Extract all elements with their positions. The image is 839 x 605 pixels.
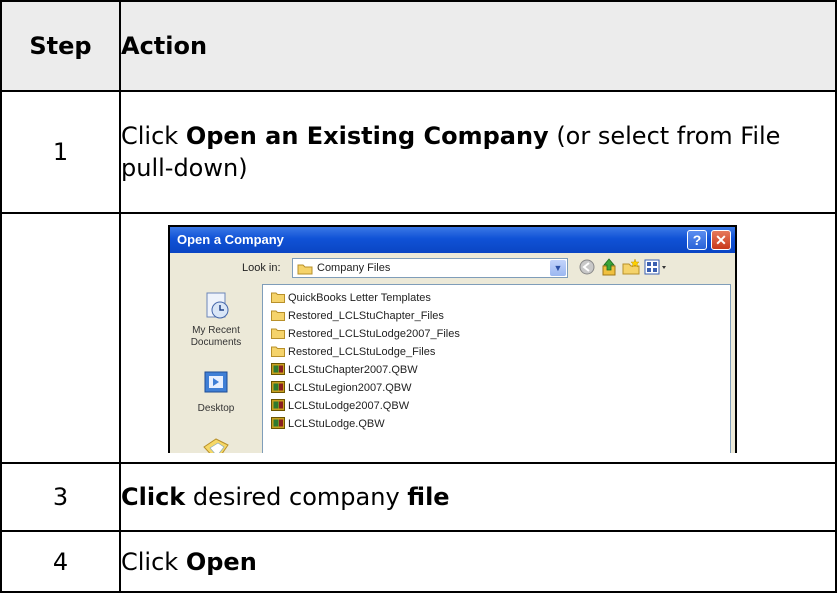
look-in-label: Look in: — [242, 262, 281, 274]
look-in-value: Company Files — [317, 262, 391, 274]
step-number: 4 — [0, 530, 121, 593]
table-row: 4 Click Open — [0, 530, 837, 593]
step-number — [0, 212, 121, 464]
places-bar: My Recent Documents Desktop — [174, 285, 258, 453]
file-name: Restored_LCLStuLodge2007_Files — [288, 328, 460, 340]
qbw-file-icon — [271, 381, 285, 393]
steps-table: Step Action 1 Click Open an Existing Com… — [0, 0, 837, 593]
new-folder-icon[interactable] — [622, 258, 640, 276]
action-text: Click Open an Existing Company (or selec… — [119, 90, 837, 214]
file-list[interactable]: QuickBooks Letter Templates Restored_LCLS… — [262, 284, 731, 453]
places-recent-documents[interactable]: My Recent Documents — [174, 291, 258, 349]
action-text-bold: Open — [185, 547, 257, 576]
dialog-titlebar: Open a Company ? ✕ — [170, 227, 735, 253]
action-text: Click Open — [119, 530, 837, 593]
action-text-bold: Open an Existing Company — [185, 122, 549, 150]
file-name: LCLStuLodge.QBW — [288, 418, 385, 430]
file-name: QuickBooks Letter Templates — [288, 292, 431, 304]
file-list-item[interactable]: LCLStuLodge.QBW — [271, 417, 385, 433]
file-name: Restored_LCLStuChapter_Files — [288, 310, 444, 322]
header-step: Step — [0, 0, 121, 92]
places-desktop[interactable]: Desktop — [174, 369, 258, 415]
folder-icon — [297, 264, 313, 275]
look-in-select[interactable]: Company Files ▼ — [292, 258, 568, 278]
back-icon[interactable] — [578, 258, 596, 276]
chevron-down-icon[interactable]: ▼ — [550, 260, 566, 276]
file-list-item[interactable]: Restored_LCLStuLodge2007_Files — [271, 327, 460, 343]
dialog-title: Open a Company — [177, 232, 284, 247]
table-row: 1 Click Open an Existing Company (or sel… — [0, 90, 837, 214]
my-documents-icon — [203, 438, 229, 453]
file-list-item[interactable]: LCLStuChapter2007.QBW — [271, 363, 418, 379]
file-name: LCLStuLodge2007.QBW — [288, 400, 410, 412]
folder-icon — [271, 292, 285, 303]
table-row: Open a Company ? ✕ Look in: Company File… — [0, 212, 837, 464]
recent-documents-icon — [206, 292, 229, 319]
qbw-file-icon — [271, 417, 285, 429]
file-list-item[interactable]: Restored_LCLStuChapter_Files — [271, 309, 444, 325]
file-list-item[interactable]: LCLStuLegion2007.QBW — [271, 381, 412, 397]
open-company-dialog: Open a Company ? ✕ Look in: Company File… — [168, 225, 737, 453]
places-my-documents[interactable] — [174, 435, 258, 453]
step-number: 3 — [0, 462, 121, 532]
help-button[interactable]: ? — [687, 230, 707, 250]
places-label: My Recent Documents — [190, 325, 242, 348]
header-action: Action — [119, 0, 837, 92]
qbw-file-icon — [271, 399, 285, 411]
action-text-plain: Click — [121, 547, 186, 576]
action-text: Click desired company file — [119, 462, 837, 532]
desktop-icon — [204, 371, 228, 393]
screenshot-cell: Open a Company ? ✕ Look in: Company File… — [119, 212, 837, 464]
file-list-item[interactable]: QuickBooks Letter Templates — [271, 291, 431, 307]
action-text-plain: desired company — [185, 483, 408, 511]
close-button[interactable]: ✕ — [711, 230, 731, 250]
table-row: 3 Click desired company file — [0, 462, 837, 532]
up-folder-icon[interactable] — [600, 258, 618, 276]
places-label: Desktop — [197, 403, 235, 414]
file-name: Restored_LCLStuLodge_Files — [288, 346, 436, 358]
folder-icon — [271, 328, 285, 339]
action-text-plain: Click — [121, 122, 186, 150]
file-name: LCLStuLegion2007.QBW — [288, 382, 412, 394]
file-list-item[interactable]: LCLStuLodge2007.QBW — [271, 399, 409, 415]
action-text-bold: Click — [121, 483, 186, 511]
file-name: LCLStuChapter2007.QBW — [288, 364, 418, 376]
folder-icon — [271, 346, 285, 357]
qbw-file-icon — [271, 363, 285, 375]
file-list-item[interactable]: Restored_LCLStuLodge_Files — [271, 345, 435, 361]
step-number: 1 — [0, 90, 121, 214]
view-menu-icon[interactable] — [644, 258, 668, 276]
action-text-bold: file — [407, 483, 450, 511]
folder-icon — [271, 310, 285, 321]
